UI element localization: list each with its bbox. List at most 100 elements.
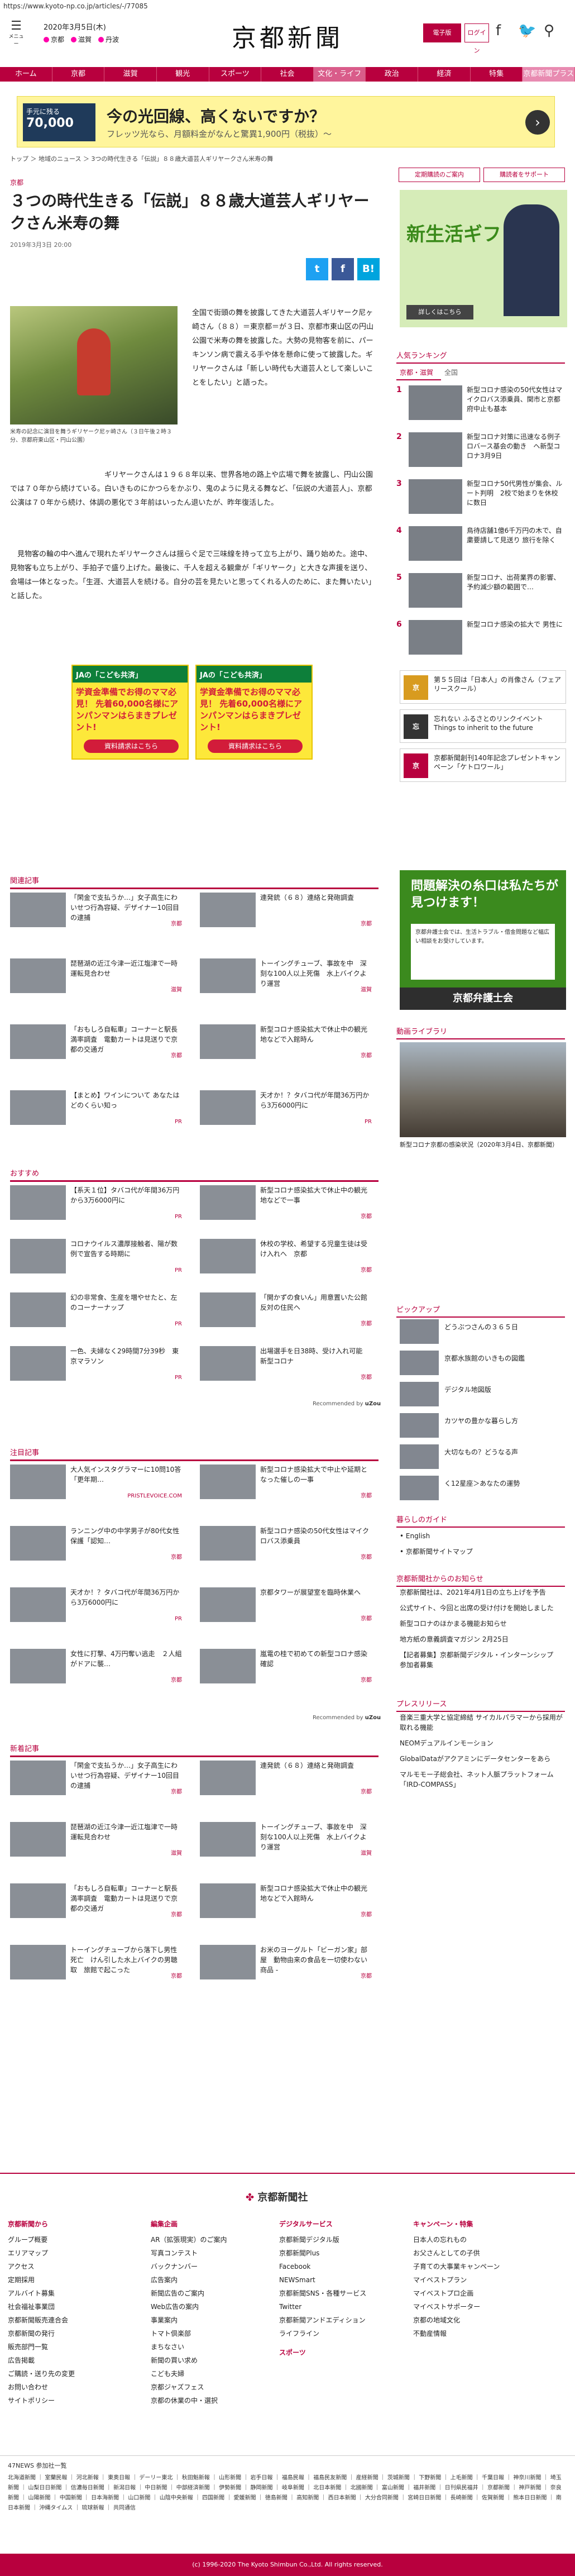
side-banner-2[interactable]: 忘忘れない ふるさとのリンクイベント Things to inherit to … — [400, 709, 566, 743]
list-item[interactable]: 一色、夫婦なく29時間7分39秒 東京マラソン PR — [10, 1346, 189, 1385]
list-item[interactable]: 新型コロナ感染拡大で休止中の観光地などで入館時ん 京都 — [200, 1883, 378, 1923]
footer-link[interactable]: ライフライン — [279, 2327, 366, 2340]
thumbnail-image[interactable] — [409, 432, 462, 467]
footer-link[interactable]: 京都新聞SNS・各種サービス — [279, 2287, 366, 2300]
thumbnail-image[interactable] — [200, 1346, 256, 1381]
notice-item[interactable]: 京都新聞社は、2021年4月1日の立ち上げを予告 — [400, 1587, 566, 1597]
search-icon[interactable]: ⚲ — [544, 22, 554, 39]
footer-link[interactable]: エリアマップ — [8, 2246, 75, 2260]
nav-economy[interactable]: 経済 — [418, 67, 471, 82]
item-title[interactable]: 新型コロナ感染拡大で休止中の観光地などで一事 — [260, 1185, 372, 1205]
thumbnail-image[interactable] — [409, 573, 462, 608]
footer-link[interactable]: 広告案内 — [151, 2273, 227, 2287]
footer-link[interactable]: サイトポリシー — [8, 2394, 75, 2407]
thumbnail-image[interactable] — [200, 1464, 256, 1499]
list-item[interactable]: 出場選手を日38時、受け入れ可能 新型コロナ 京都 — [200, 1346, 378, 1385]
pickup-title[interactable]: く12星座＞あなたの運勢 — [444, 1479, 562, 1488]
nav-shiga[interactable]: 滋賀 — [104, 67, 157, 82]
footer-link[interactable]: 販売部門一覧 — [8, 2340, 75, 2354]
bengoshi-ad[interactable]: 問題解決の糸口は私たちが見つけます！ 京都弁護士会では、生活トラブル・借金問題な… — [400, 870, 566, 1010]
thumbnail-image[interactable] — [200, 1090, 256, 1125]
footer-link[interactable]: 京都の休業の中・選択 — [151, 2394, 227, 2407]
list-item[interactable]: 琵琶湖の近江今津一近江塩津で一時運転見合わせ 滋賀 — [10, 1822, 189, 1861]
footer-link[interactable]: こども夫婦 — [151, 2367, 227, 2381]
facebook-share-icon[interactable]: f — [332, 258, 354, 280]
ja-ad-right[interactable]: JAの「こども共済」 学資金準備でお得のママ必見！ 先着60,000名様にアンパ… — [195, 665, 313, 760]
footer-link[interactable]: 京都新聞デジタル版 — [279, 2233, 366, 2246]
list-item[interactable]: 大人気インスタグラマーに10問10答「更年期… PRISTLEVOICE.COM — [10, 1464, 189, 1504]
footer-brand[interactable]: ✤ 京都新聞社 — [246, 2189, 308, 2204]
nav-sports[interactable]: スポーツ — [209, 67, 262, 82]
thumbnail-image[interactable] — [200, 1587, 256, 1622]
item-title[interactable]: 【まとめ】ワインについて あなたはどのくらい知っ — [70, 1090, 182, 1110]
footer-link[interactable]: 京都新聞Plus — [279, 2246, 366, 2260]
footer-link[interactable]: まちなさい — [151, 2340, 227, 2354]
thumbnail-image[interactable] — [10, 893, 66, 927]
list-item[interactable]: お米のヨーグルト「ビーガン家」部屋 動物由来の食品を一切使わない商品 - 京都 — [200, 1945, 378, 1984]
hatena-share-icon[interactable]: B! — [357, 258, 380, 280]
thumbnail-image[interactable] — [409, 620, 462, 655]
item-title[interactable]: 嵐電の桂で初めての新型コロナ感染確認 — [260, 1649, 372, 1669]
video-thumbnail[interactable] — [400, 1042, 566, 1137]
guide-english[interactable]: • English — [400, 1528, 566, 1544]
list-item[interactable]: 「閑金で支払うか…」女子高生にわいせつ行為容疑、デザイナー10回目の逮捕 京都 — [10, 1761, 189, 1800]
pickup-item[interactable]: デジタル地図版 — [400, 1382, 566, 1409]
e-edition-button[interactable]: 電子版 — [423, 23, 461, 42]
footer-link[interactable]: アルバイト募集 — [8, 2287, 75, 2300]
pickup-title[interactable]: カツヤの豊かな暮らし方 — [444, 1416, 562, 1425]
nav-politics[interactable]: 政治 — [366, 67, 419, 82]
footer-link[interactable]: バックナンバー — [151, 2260, 227, 2273]
footer-link[interactable]: 新聞広告のご案内 — [151, 2287, 227, 2300]
tab-national[interactable]: 全国 — [441, 365, 475, 380]
ranking-item[interactable]: 6 新型コロナ感染の拡大で 男性に — [396, 620, 564, 662]
item-title[interactable]: 新型コロナ感染拡大で休止中の観光地などで入館時ん — [260, 1024, 372, 1044]
thumbnail-image[interactable] — [200, 1526, 256, 1561]
thumbnail-image[interactable] — [10, 1346, 66, 1381]
list-item[interactable]: 天才か！？タバコ代が年間36万円から3万6000円に PR — [10, 1587, 189, 1626]
footer-link[interactable]: Twitter — [279, 2300, 366, 2313]
list-item[interactable]: 新型コロナ感染拡大で休止中の観光地などで一事 京都 — [200, 1185, 378, 1224]
thumbnail-image[interactable] — [10, 1464, 66, 1499]
pickup-item[interactable]: どうぶつさんの３６５日 — [400, 1319, 566, 1346]
footer-link[interactable]: トマト倶楽部 — [151, 2327, 227, 2340]
thumbnail-image[interactable] — [10, 1945, 66, 1979]
rank-title[interactable]: 鳥待店舗1億6千万円の木で、自粛要請して見送り 旅行を除く — [467, 526, 563, 545]
list-item[interactable]: 連発銃（６８）連絡と発砲調査 京都 — [200, 1761, 378, 1800]
list-item[interactable]: 新型コロナ感染拡大で中止や延期となった催しの一事 京都 — [200, 1464, 378, 1504]
item-title[interactable]: 女性に打撃、4万円奪い逃走 ２人組がドアに襲… — [70, 1649, 182, 1669]
footer-link[interactable]: 不動産情報 — [413, 2327, 500, 2340]
list-item[interactable]: 「閑金で支払うか…」女子高生にわいせつ行為容疑、デザイナー10回目の逮捕 京都 — [10, 893, 189, 932]
footer-link[interactable]: 京都新聞販売連合会 — [8, 2313, 75, 2327]
list-item[interactable]: 連発銃（６８）連絡と発砲調査 京都 — [200, 893, 378, 932]
list-item[interactable]: 幻の非常食、生産を増やせたと、左のコーナーナップ PR — [10, 1292, 189, 1332]
footer-link[interactable]: 社会福祉事業団 — [8, 2300, 75, 2313]
list-item[interactable]: 新型コロナ感染の50代女性はマイクロバス添乗員 京都 — [200, 1526, 378, 1565]
thumbnail-image[interactable] — [409, 479, 462, 514]
footer-link[interactable]: 日本人の忘れもの — [413, 2233, 500, 2246]
site-logo[interactable]: 京都新聞 — [214, 18, 361, 54]
press-item[interactable]: 音楽三重大学と協定締結 サイカルパラマーから採用が取れる機能 — [400, 1712, 566, 1733]
gift-ad[interactable]: 新生活ギフト 詳しくはこちら — [400, 190, 567, 327]
thumbnail-image[interactable] — [400, 1413, 439, 1438]
thumbnail-image[interactable] — [400, 1444, 439, 1469]
item-title[interactable]: 「閑金で支払うか…」女子高生にわいせつ行為容疑、デザイナー10回目の逮捕 — [70, 893, 182, 923]
footer-link[interactable]: Facebook — [279, 2260, 366, 2273]
thumbnail-image[interactable] — [200, 1185, 256, 1220]
pickup-title[interactable]: デジタル地図版 — [444, 1385, 562, 1394]
thumbnail-image[interactable] — [200, 1761, 256, 1795]
nav-plus[interactable]: 京都新聞プラス — [523, 67, 575, 82]
thumbnail-image[interactable] — [10, 1526, 66, 1561]
pickup-item[interactable]: 京都水族館のいきもの図鑑 — [400, 1351, 566, 1377]
list-item[interactable]: 【系天１位】タバコ代が年間36万円から3万6000円に PR — [10, 1185, 189, 1224]
thumbnail-image[interactable] — [200, 1649, 256, 1683]
thumbnail-image[interactable] — [400, 1476, 439, 1500]
footer-link[interactable]: 京都新聞アンドエディション — [279, 2313, 366, 2327]
nav-kanko[interactable]: 観光 — [157, 67, 209, 82]
item-title[interactable]: 新型コロナ感染の50代女性はマイクロバス添乗員 — [260, 1526, 372, 1546]
footer-link[interactable]: グループ概要 — [8, 2233, 75, 2246]
list-item[interactable]: 「おもしろ自転車」コーナーと駅長満率調査 電動カートは見送りで京都の交通ガ 京都 — [10, 1024, 189, 1063]
item-title[interactable]: 京都タワーが展望室を臨時休業へ — [260, 1587, 372, 1597]
thumbnail-image[interactable] — [200, 958, 256, 993]
thumbnail-image[interactable] — [200, 893, 256, 927]
thumbnail-image[interactable] — [10, 1090, 66, 1125]
